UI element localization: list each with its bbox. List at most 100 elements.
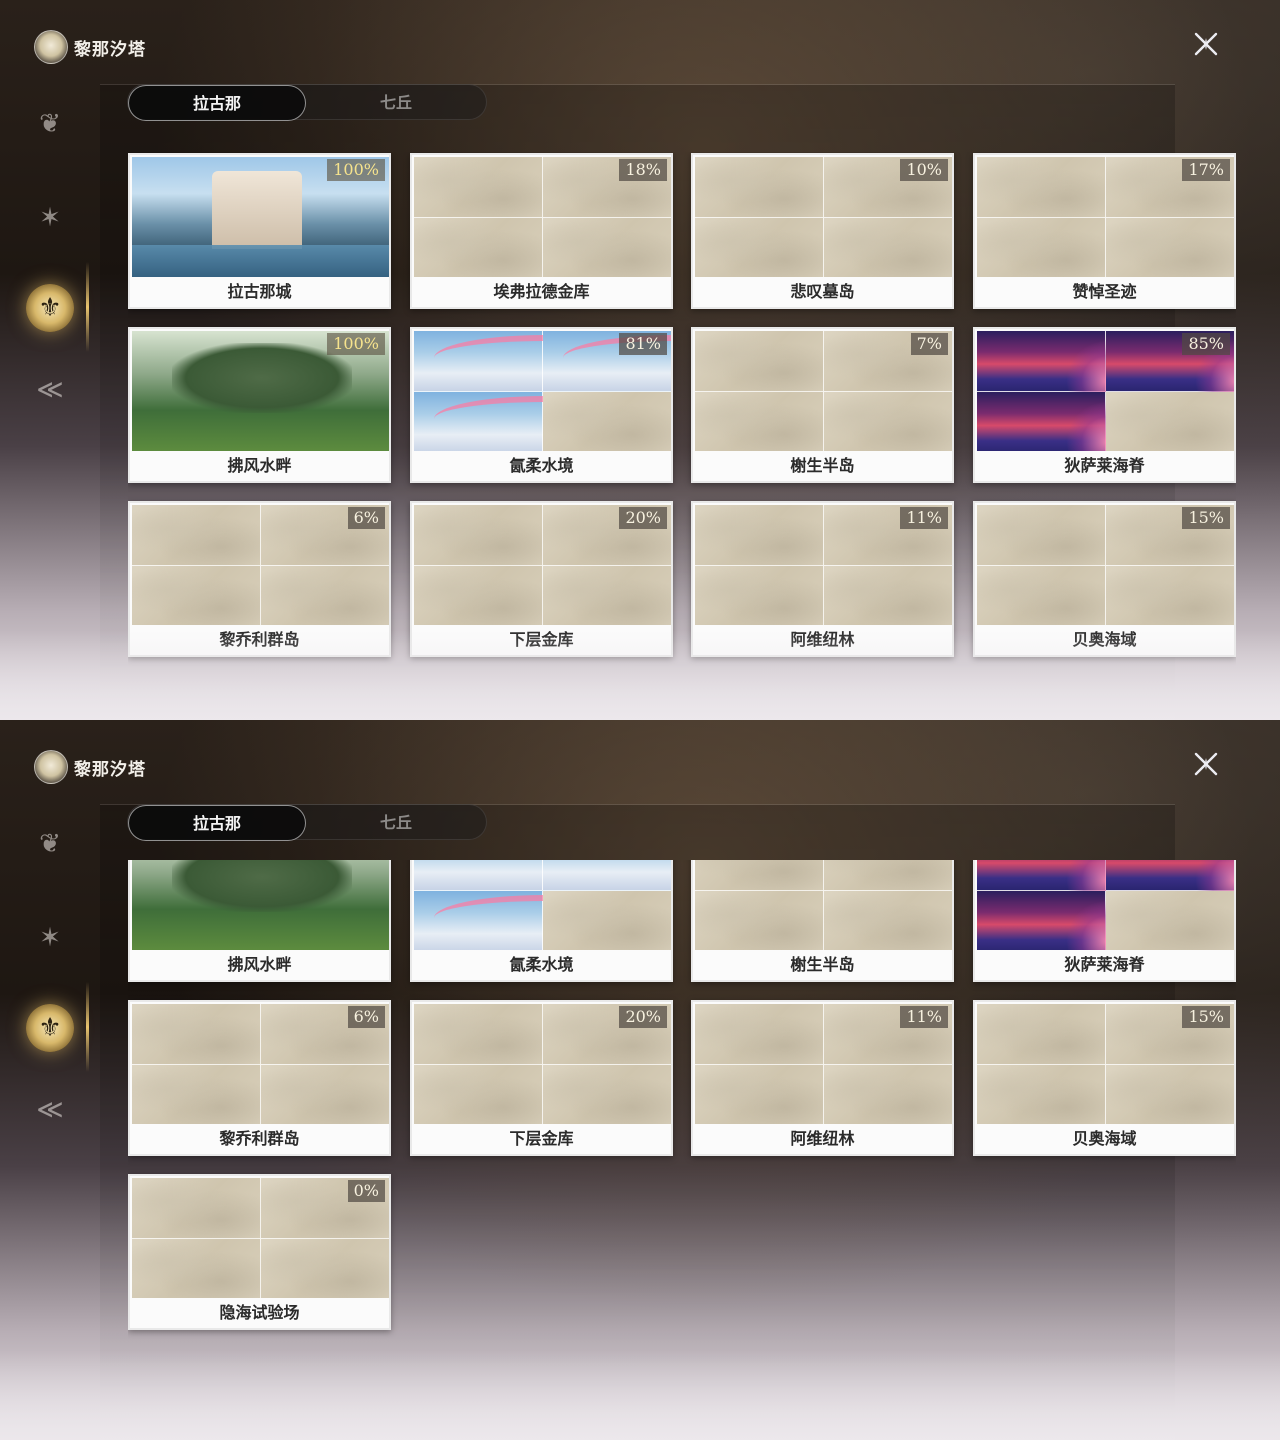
exploration-progress: 81% xyxy=(619,333,667,355)
region-card[interactable]: 11% 阿维纽林 xyxy=(691,501,954,657)
region-card[interactable]: 85%狄萨莱海脊 xyxy=(973,860,1236,982)
map-quadrant xyxy=(823,891,952,952)
nav-item-region[interactable]: ⚜ xyxy=(18,276,82,340)
region-map-thumbnail: 20% xyxy=(414,1004,671,1126)
map-quadrant xyxy=(414,331,654,392)
region-tabs: 拉古那 七丘 xyxy=(127,84,487,121)
nav-item-wing[interactable]: ≪ xyxy=(18,1078,82,1142)
tab-laguna[interactable]: 拉古那 xyxy=(128,85,306,121)
map-quadrant xyxy=(542,566,671,627)
map-quadrant xyxy=(414,1065,543,1126)
map-quadrant xyxy=(260,1065,389,1126)
map-quadrant xyxy=(414,505,543,566)
region-name: 氤柔水境 xyxy=(412,451,671,481)
region-header: 黎那汐塔 xyxy=(34,30,146,64)
exploration-progress: 10% xyxy=(900,159,948,181)
exploration-progress: 6% xyxy=(347,507,385,529)
side-nav: ❦ ✶ ⚜ ≪ xyxy=(18,810,82,1170)
map-quadrant xyxy=(414,566,543,627)
region-card[interactable]: 85%狄萨莱海脊 xyxy=(973,327,1236,483)
region-map-thumbnail: 100% xyxy=(132,860,389,952)
region-card[interactable]: 20% 下层金库 xyxy=(410,501,673,657)
map-quadrant xyxy=(695,891,824,952)
tab-seven-hills[interactable]: 七丘 xyxy=(306,85,486,121)
map-quadrant xyxy=(1105,218,1234,279)
region-map-thumbnail: 20% xyxy=(414,505,671,627)
map-quadrant xyxy=(695,157,824,218)
region-name: 氤柔水境 xyxy=(412,950,671,980)
map-quadrant xyxy=(823,566,952,627)
map-quadrant xyxy=(823,860,952,891)
map-quadrant xyxy=(414,891,654,952)
map-quadrant xyxy=(977,860,1147,920)
close-button[interactable] xyxy=(1188,746,1224,782)
map-quadrant xyxy=(1105,392,1234,453)
region-emblem-icon xyxy=(34,30,68,64)
map-quadrant xyxy=(695,1065,824,1126)
map-quadrant xyxy=(695,331,824,392)
nav-item-lotus[interactable]: ❦ xyxy=(18,812,82,876)
region-card[interactable]: 15% 贝奥海域 xyxy=(973,501,1236,657)
region-card[interactable]: 100% 拉古那城 xyxy=(128,153,391,309)
region-card[interactable]: 18% 埃弗拉德金库 xyxy=(410,153,673,309)
star-emblem-icon: ✶ xyxy=(39,923,61,953)
region-map-thumbnail: 100% xyxy=(132,331,389,453)
region-map-thumbnail: 18% xyxy=(414,157,671,279)
tab-seven-hills[interactable]: 七丘 xyxy=(306,805,486,841)
nav-item-lotus[interactable]: ❦ xyxy=(18,92,82,156)
tab-laguna[interactable]: 拉古那 xyxy=(128,805,306,841)
region-name: 下层金库 xyxy=(412,625,671,655)
map-quadrant xyxy=(823,218,952,279)
nav-item-wing[interactable]: ≪ xyxy=(18,358,82,422)
nav-item-star[interactable]: ✶ xyxy=(18,186,82,250)
map-quadrant xyxy=(695,860,824,891)
map-quadrant xyxy=(260,1239,389,1300)
region-name: 狄萨莱海脊 xyxy=(975,950,1234,980)
nav-active-indicator xyxy=(86,982,89,1072)
nav-item-region[interactable]: ⚜ xyxy=(18,996,82,1060)
region-card[interactable]: 81%氤柔水境 xyxy=(410,860,673,982)
region-name: 贝奥海域 xyxy=(975,1124,1234,1154)
region-card[interactable]: 10% 悲叹墓岛 xyxy=(691,153,954,309)
region-name: 榭生半岛 xyxy=(693,451,952,481)
region-card[interactable]: 7%榭生半岛 xyxy=(691,860,954,982)
nav-item-star[interactable]: ✶ xyxy=(18,906,82,970)
region-name: 赞悼圣迹 xyxy=(975,277,1234,307)
region-name: 拉古那城 xyxy=(130,277,389,307)
region-map-thumbnail: 81% xyxy=(414,860,671,952)
region-card[interactable]: 15% 贝奥海域 xyxy=(973,1000,1236,1156)
top-bar: 黎那汐塔 xyxy=(0,720,1280,810)
map-quadrant xyxy=(977,392,1147,453)
region-map-thumbnail: 7% xyxy=(695,860,952,952)
region-card[interactable]: 0% 隐海试验场 xyxy=(128,1174,391,1330)
wing-emblem-icon: ≪ xyxy=(36,375,64,405)
map-quadrant xyxy=(695,218,824,279)
region-card[interactable]: 100%拂风水畔 xyxy=(128,327,391,483)
map-quadrant xyxy=(542,392,671,453)
side-nav: ❦ ✶ ⚜ ≪ xyxy=(18,90,82,450)
region-map-thumbnail: 11% xyxy=(695,1004,952,1126)
map-quadrant xyxy=(977,218,1106,279)
region-name: 隐海试验场 xyxy=(130,1298,389,1328)
map-quadrant xyxy=(977,566,1106,627)
region-card[interactable]: 20% 下层金库 xyxy=(410,1000,673,1156)
region-title: 黎那汐塔 xyxy=(74,39,146,60)
region-card[interactable]: 11% 阿维纽林 xyxy=(691,1000,954,1156)
region-card[interactable]: 100%拂风水畔 xyxy=(128,860,391,982)
region-card[interactable]: 7%榭生半岛 xyxy=(691,327,954,483)
region-name: 贝奥海域 xyxy=(975,625,1234,655)
map-quadrant xyxy=(695,566,824,627)
map-quadrant xyxy=(260,566,389,627)
map-quadrant xyxy=(823,392,952,453)
region-card[interactable]: 6% 黎乔利群岛 xyxy=(128,501,391,657)
close-button[interactable] xyxy=(1188,26,1224,62)
exploration-progress: 0% xyxy=(347,1180,385,1202)
region-card[interactable]: 81% 氤柔水境 xyxy=(410,327,673,483)
exploration-progress: 15% xyxy=(1182,1006,1230,1028)
region-card[interactable]: 6% 黎乔利群岛 xyxy=(128,1000,391,1156)
region-emblem-icon: ⚜ xyxy=(26,1004,74,1052)
exploration-progress: 100% xyxy=(327,333,385,355)
region-map-thumbnail: 85% xyxy=(977,860,1234,952)
region-card[interactable]: 17% 赞悼圣迹 xyxy=(973,153,1236,309)
map-quadrant xyxy=(695,392,824,453)
